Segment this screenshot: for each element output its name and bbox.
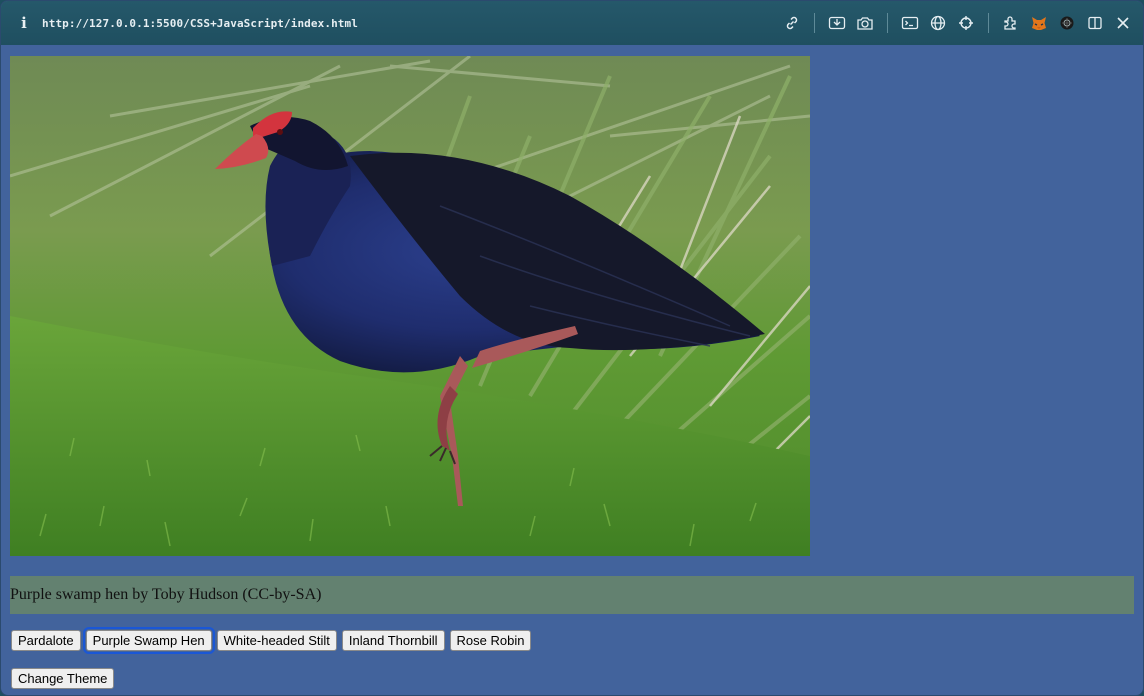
address-bar-url[interactable]: http://127.0.0.1:5500/CSS+JavaScript/ind… xyxy=(42,17,358,30)
toolbar-icons xyxy=(778,1,1143,45)
inland-thornbill-button[interactable]: Inland Thornbill xyxy=(341,630,445,651)
change-theme-button[interactable]: Change Theme xyxy=(11,668,115,689)
bird-button-group: Pardalote Purple Swamp Hen White-headed … xyxy=(11,627,532,654)
close-icon[interactable] xyxy=(1109,9,1137,37)
camera-icon[interactable] xyxy=(851,9,879,37)
screenshot-icon[interactable] xyxy=(823,9,851,37)
link-icon[interactable] xyxy=(778,9,806,37)
split-view-icon[interactable] xyxy=(1081,9,1109,37)
pardalote-button[interactable]: Pardalote xyxy=(11,630,81,651)
toolbar-divider xyxy=(988,13,989,33)
fox-icon[interactable] xyxy=(1025,9,1053,37)
bug-icon[interactable] xyxy=(1053,9,1081,37)
toolbar-divider xyxy=(814,13,815,33)
crosshair-icon[interactable] xyxy=(952,9,980,37)
rose-robin-button[interactable]: Rose Robin xyxy=(449,630,532,651)
browser-window: i http://127.0.0.1:5500/CSS+JavaScript/i… xyxy=(0,0,1144,696)
terminal-icon[interactable] xyxy=(896,9,924,37)
info-icon[interactable]: i xyxy=(14,14,34,32)
toolbar-divider xyxy=(887,13,888,33)
photo-caption: Purple swamp hen by Toby Hudson (CC-by-S… xyxy=(10,576,1134,614)
extensions-icon[interactable] xyxy=(997,9,1025,37)
purple-swamp-hen-button[interactable]: Purple Swamp Hen xyxy=(82,627,215,654)
bird-photo xyxy=(10,56,810,556)
globe-icon[interactable] xyxy=(924,9,952,37)
white-headed-stilt-button[interactable]: White-headed Stilt xyxy=(216,630,337,651)
browser-toolbar: i http://127.0.0.1:5500/CSS+JavaScript/i… xyxy=(1,1,1143,45)
